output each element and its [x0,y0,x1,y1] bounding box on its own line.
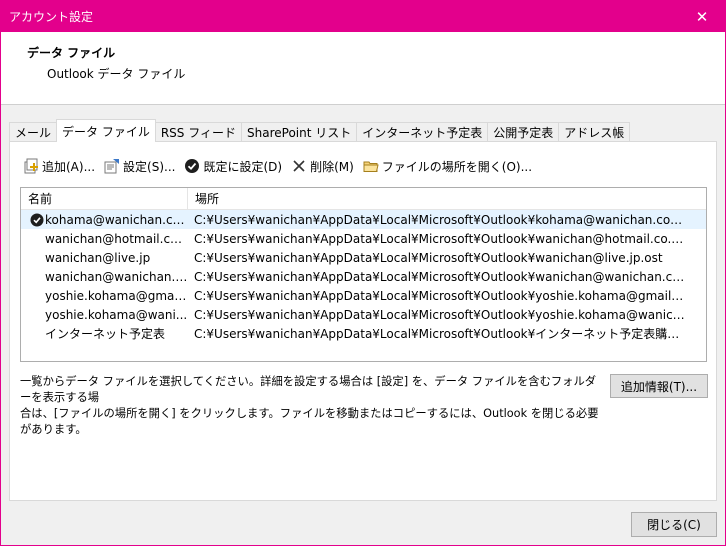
tab-address-books[interactable]: アドレス帳 [558,122,631,142]
list-row[interactable]: kohama@wanichan.com C:¥Users¥wanichan¥Ap… [21,210,706,229]
folder-icon [363,158,379,174]
set-default-button[interactable]: 既定に設定(D) [181,156,285,176]
delete-x-icon [291,158,307,174]
open-file-location-button[interactable]: ファイルの場所を開く(O)... [360,156,535,176]
title-bar[interactable]: アカウント設定 ✕ [1,1,725,32]
tab-published-calendars[interactable]: 公開予定表 [487,122,560,142]
list-row[interactable]: wanichan@wanichan.c... C:¥Users¥wanichan… [21,267,706,286]
row-location: C:¥Users¥wanichan¥AppData¥Local¥Microsof… [194,250,663,265]
settings-button-label: 設定(S)... [123,159,176,174]
data-file-list[interactable]: 名前 場所 kohama@wanichan.com C:¥Users¥wanic… [20,187,707,362]
delete-button-label: 削除(M) [310,159,354,174]
row-location: C:¥Users¥wanichan¥AppData¥Local¥Microsof… [194,288,685,303]
tab-internet-calendars[interactable]: インターネット予定表 [356,122,489,142]
tab-sharepoint-lists[interactable]: SharePoint リスト [241,122,358,142]
check-circle-icon [184,158,200,174]
tab-strip: メール データ ファイル RSS フィード SharePoint リスト インタ… [9,119,631,142]
list-cell-name: インターネット予定表 [21,325,188,342]
row-name: kohama@wanichan.com [45,212,188,227]
tab-data-files[interactable]: データ ファイル [56,119,156,142]
row-location: C:¥Users¥wanichan¥AppData¥Local¥Microsof… [194,212,685,227]
settings-file-icon [104,158,120,174]
settings-button[interactable]: 設定(S)... [101,156,178,176]
row-name: wanichan@live.jp [45,250,151,265]
list-cell-name: yoshie.kohama@wani... [21,308,188,322]
toolbar: 追加(A)... 設定(S)... 既定に設定(D) 削除(M) ファイルの場所… [20,156,538,176]
row-name: yoshie.kohama@wani... [45,307,188,322]
list-cell-name: yoshie.kohama@gmai... [21,289,188,303]
default-check-icon [29,212,45,228]
close-button[interactable]: 閉じる(C) [631,512,717,537]
list-cell-name: kohama@wanichan.com [21,212,188,228]
tab-rss-feeds[interactable]: RSS フィード [154,122,242,142]
more-info-button[interactable]: 追加情報(T)... [610,374,708,398]
list-row[interactable]: yoshie.kohama@wani... C:¥Users¥wanichan¥… [21,305,706,324]
add-button[interactable]: 追加(A)... [20,156,98,176]
list-header: 名前 場所 [21,188,706,210]
page-title: データ ファイル [27,46,116,60]
row-location: C:¥Users¥wanichan¥AppData¥Local¥Microsof… [194,231,685,246]
add-file-icon [23,158,39,174]
open-file-location-label: ファイルの場所を開く(O)... [381,159,533,174]
description-text: 一覧からデータ ファイルを選択してください。詳細を設定する場合は [設定] を、… [20,374,600,438]
list-row[interactable]: wanichan@live.jp C:¥Users¥wanichan¥AppDa… [21,248,706,267]
list-cell-name: wanichan@wanichan.c... [21,270,188,284]
description-line-2: 合は、[ファイルの場所を開く] をクリックします。ファイルを移動またはコピーする… [20,407,599,436]
tab-mail[interactable]: メール [9,122,58,142]
window-title: アカウント設定 [9,10,94,24]
delete-button[interactable]: 削除(M) [288,156,357,176]
account-settings-window: アカウント設定 ✕ データ ファイル Outlook データ ファイル メール … [0,0,726,546]
add-button-label: 追加(A)... [42,159,96,174]
page-subtitle: Outlook データ ファイル [47,67,186,81]
row-name: インターネット予定表 [45,327,166,341]
data-files-panel: 追加(A)... 設定(S)... 既定に設定(D) 削除(M) ファイルの場所… [9,141,717,501]
row-location: C:¥Users¥wanichan¥AppData¥Local¥Microsof… [194,307,685,322]
row-location: C:¥Users¥wanichan¥AppData¥Local¥Microsof… [194,269,685,284]
list-row[interactable]: wanichan@hotmail.co.jp C:¥Users¥wanichan… [21,229,706,248]
row-location: C:¥Users¥wanichan¥AppData¥Local¥Microsof… [194,327,685,341]
list-cell-name: wanichan@live.jp [21,251,188,265]
list-row[interactable]: インターネット予定表 C:¥Users¥wanichan¥AppData¥Loc… [21,324,706,343]
row-name: wanichan@wanichan.c... [45,269,188,284]
list-row[interactable]: yoshie.kohama@gmai... C:¥Users¥wanichan¥… [21,286,706,305]
list-cell-name: wanichan@hotmail.co.jp [21,232,188,246]
row-name: yoshie.kohama@gmai... [45,288,188,303]
row-name: wanichan@hotmail.co.jp [45,231,188,246]
page-header: データ ファイル Outlook データ ファイル [1,32,725,105]
description-line-1: 一覧からデータ ファイルを選択してください。詳細を設定する場合は [設定] を、… [20,375,597,404]
column-header-location[interactable]: 場所 [188,188,706,209]
close-icon[interactable]: ✕ [679,1,725,32]
set-default-button-label: 既定に設定(D) [203,159,283,174]
column-header-name[interactable]: 名前 [21,188,188,209]
